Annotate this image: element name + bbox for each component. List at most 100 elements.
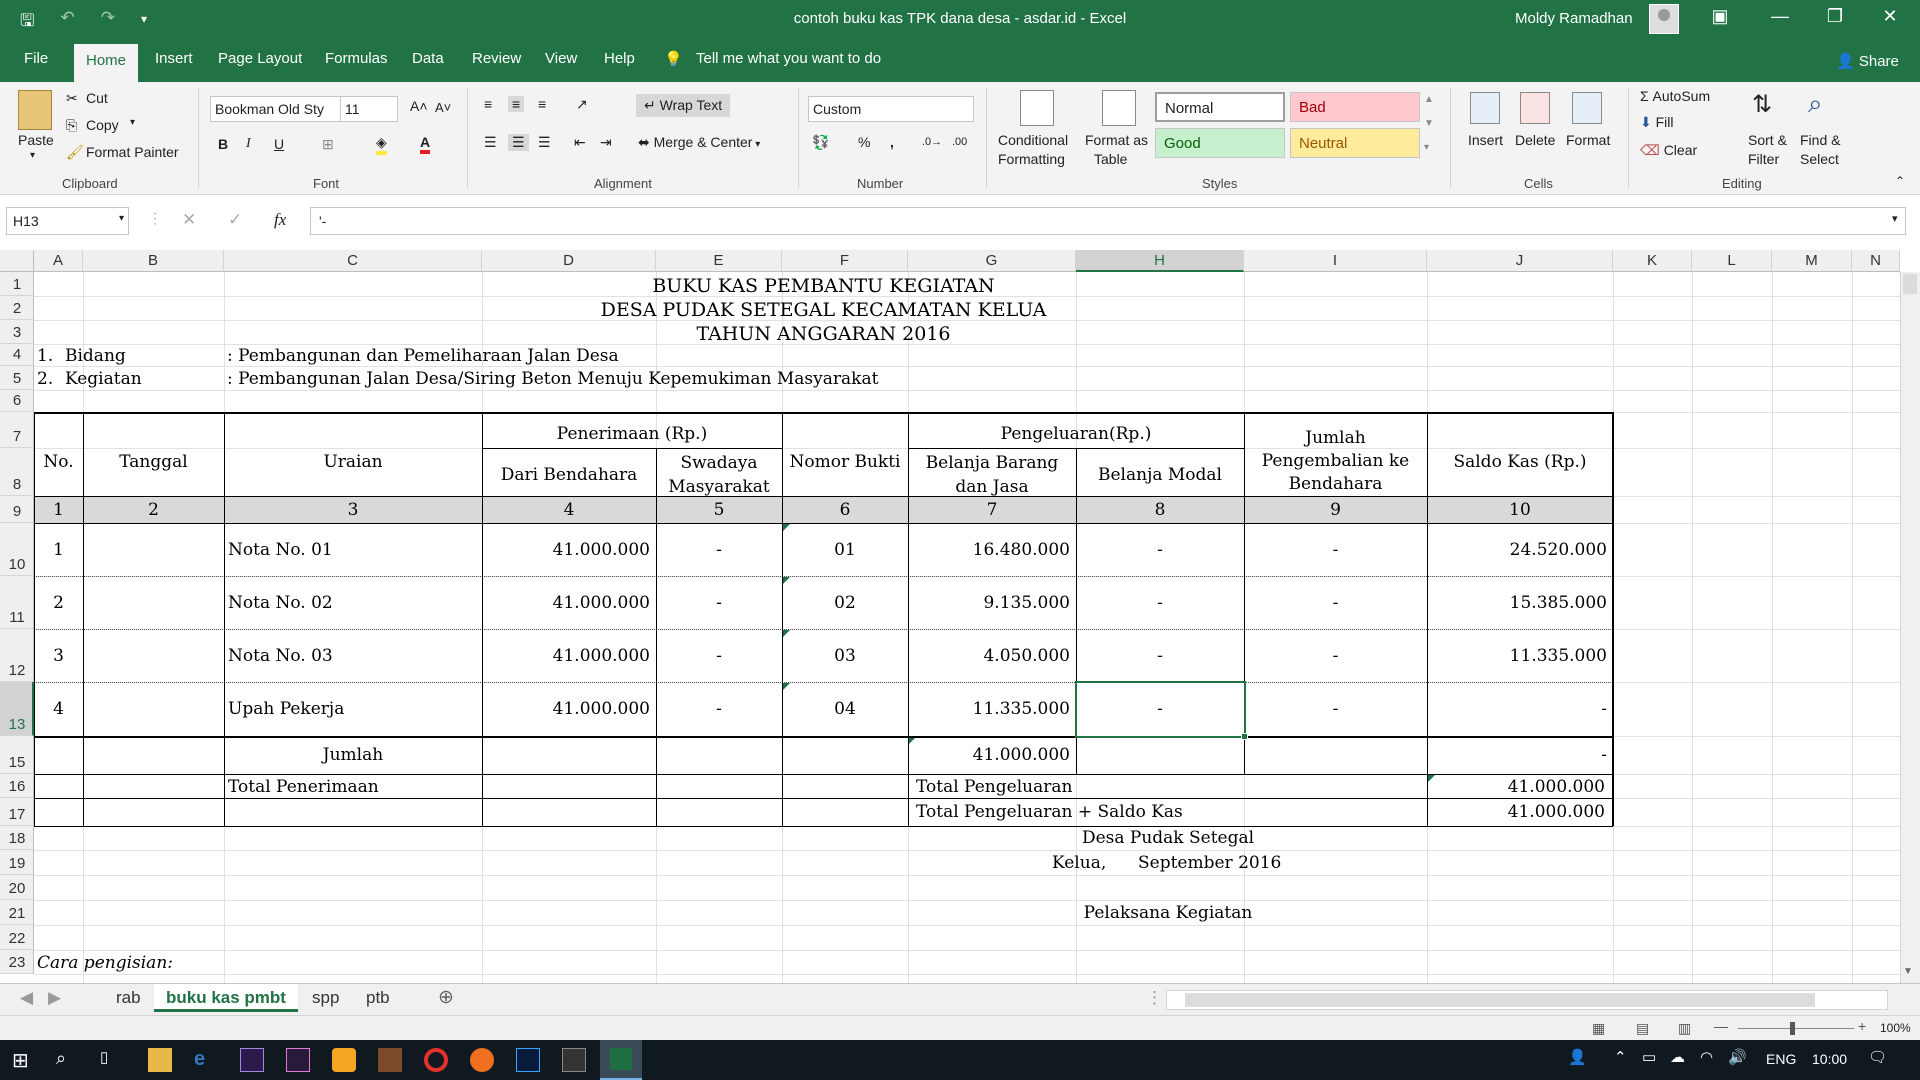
orientation-icon[interactable]: ↗ [576,96,588,113]
horizontal-scrollbar[interactable] [1166,990,1888,1010]
column-header-m[interactable]: M [1772,250,1852,272]
sheet-tab-rab[interactable]: rab [116,988,141,1008]
battery-icon[interactable]: ▭ [1642,1048,1666,1072]
grow-font-icon[interactable]: A˄ [410,98,428,114]
percent-icon[interactable]: % [858,134,870,150]
column-header-f[interactable]: F [782,250,908,272]
firefox-icon[interactable] [470,1048,494,1072]
name-box-dropdown-icon[interactable]: ▾ [119,213,124,224]
row-header-12[interactable]: 12 [0,629,34,682]
wrap-text-button[interactable]: ↵ Wrap Text [636,94,731,117]
zoom-slider[interactable] [1738,1028,1854,1029]
decrease-decimal-icon[interactable]: .00 [952,136,967,148]
styles-scroll-up-icon[interactable]: ▲ [1424,94,1434,105]
borders-icon[interactable]: ⊞ [322,136,334,153]
align-right-icon[interactable]: ☰ [538,134,551,151]
vertical-scroll-thumb[interactable] [1903,274,1917,294]
row-header-5[interactable]: 5 [0,366,34,390]
fill-button[interactable]: ⬇ Fill [1640,114,1674,131]
styles-scroll-down-icon[interactable]: ▼ [1424,118,1434,129]
paste-button[interactable]: Paste [18,132,54,148]
underline-icon[interactable]: U [274,136,284,152]
increase-indent-icon[interactable]: ⇥ [600,134,612,151]
language-indicator[interactable]: ENG [1766,1051,1796,1067]
name-box[interactable]: H13 ▾ [6,207,129,235]
excel-taskbar-button[interactable] [600,1040,642,1080]
column-header-d[interactable]: D [482,250,656,272]
row-header-6[interactable]: 6 [0,390,34,412]
conditional-formatting-button[interactable]: Conditional [998,132,1068,148]
cancel-icon[interactable]: ✕ [182,210,196,230]
shrink-font-icon[interactable]: A˅ [435,100,451,115]
windows-start-icon[interactable]: ⊞ [12,1048,36,1072]
tab-review[interactable]: Review [472,50,521,67]
merge-center-button[interactable]: ⬌ Merge & Center ▾ [638,134,760,151]
row-header-7[interactable]: 7 [0,412,34,448]
accounting-format-icon[interactable]: 💱 [812,134,829,151]
photoshop-icon[interactable] [516,1048,540,1072]
user-name[interactable]: Moldy Ramadhan [1515,10,1633,27]
sort-filter-button[interactable]: Sort & [1748,132,1787,148]
column-header-j[interactable]: J [1427,250,1613,272]
wifi-icon[interactable]: ◠ [1700,1048,1724,1072]
tab-page-layout[interactable]: Page Layout [218,50,302,67]
find-select-button[interactable]: Find & [1800,132,1840,148]
insert-button[interactable]: Insert [1468,132,1503,148]
row-header-2[interactable]: 2 [0,296,34,320]
sheet-tab-ptb[interactable]: ptb [366,988,390,1008]
file-explorer-icon[interactable] [148,1048,172,1072]
app-icon[interactable] [378,1048,402,1072]
column-header-i[interactable]: I [1244,250,1427,272]
clear-button[interactable]: ⌫ Clear [1640,142,1697,159]
column-header-c[interactable]: C [224,250,482,272]
show-hidden-icons-icon[interactable]: ⌃ [1614,1048,1638,1072]
column-header-n[interactable]: N [1852,250,1900,272]
enter-icon[interactable]: ✓ [228,210,242,230]
row-header-1[interactable]: 1 [0,272,34,296]
drag-handle-icon[interactable]: ⋮ [148,210,162,227]
vertical-scrollbar[interactable] [1900,272,1920,983]
premiere-icon[interactable] [286,1048,310,1072]
copy-button[interactable]: Copy [86,117,119,133]
opera-icon[interactable] [424,1048,448,1072]
row-header-8[interactable]: 8 [0,448,34,496]
row-header-21[interactable]: 21 [0,900,34,925]
align-left-icon[interactable]: ☰ [484,134,497,151]
row-header-4[interactable]: 4 [0,344,34,366]
row-header-18[interactable]: 18 [0,826,34,850]
volume-icon[interactable]: 🔊 [1728,1048,1752,1072]
row-header-16[interactable]: 16 [0,774,34,798]
tab-home[interactable]: Home [74,44,139,82]
row-header-15[interactable]: 15 [0,736,34,774]
tab-help[interactable]: Help [604,50,635,67]
merge-dropdown-icon[interactable]: ▾ [752,139,760,150]
column-header-l[interactable]: L [1692,250,1772,272]
clock[interactable]: 10:00 [1812,1051,1847,1067]
tab-view[interactable]: View [545,50,577,67]
sheet-tab-spp[interactable]: spp [312,988,339,1008]
scroll-down-icon[interactable]: ▼ [1903,966,1913,977]
format-painter-button[interactable]: Format Painter [86,144,179,160]
avatar[interactable] [1649,4,1679,34]
task-view-icon[interactable]: ▯ [100,1048,124,1072]
insert-function-icon[interactable]: fx [274,210,286,230]
selected-cell-h13[interactable] [1075,681,1246,738]
cut-button[interactable]: Cut [86,90,108,106]
copy-dropdown-icon[interactable]: ▾ [130,117,135,128]
people-icon[interactable]: 👤 [1568,1048,1592,1072]
style-good[interactable]: Good [1155,128,1285,158]
minimize-icon[interactable]: — [1760,6,1800,27]
column-header-g[interactable]: G [908,250,1076,272]
media-player-icon[interactable] [332,1048,356,1072]
align-top-icon[interactable]: ≡ [484,96,492,112]
column-header-a[interactable]: A [34,250,83,272]
tell-me-search[interactable]: Tell me what you want to do [696,50,881,67]
increase-decimal-icon[interactable]: .0→ [922,136,942,148]
column-header-b[interactable]: B [83,250,224,272]
collapse-ribbon-icon[interactable]: ⌃ [1895,174,1905,188]
fill-handle[interactable] [1241,733,1248,740]
scroll-sheets-right-icon[interactable]: ▶ [48,988,61,1008]
paste-dropdown-icon[interactable]: ▾ [30,150,35,161]
zoom-out-icon[interactable]: — [1714,1018,1728,1034]
autosum-button[interactable]: Σ AutoSum [1640,88,1710,104]
